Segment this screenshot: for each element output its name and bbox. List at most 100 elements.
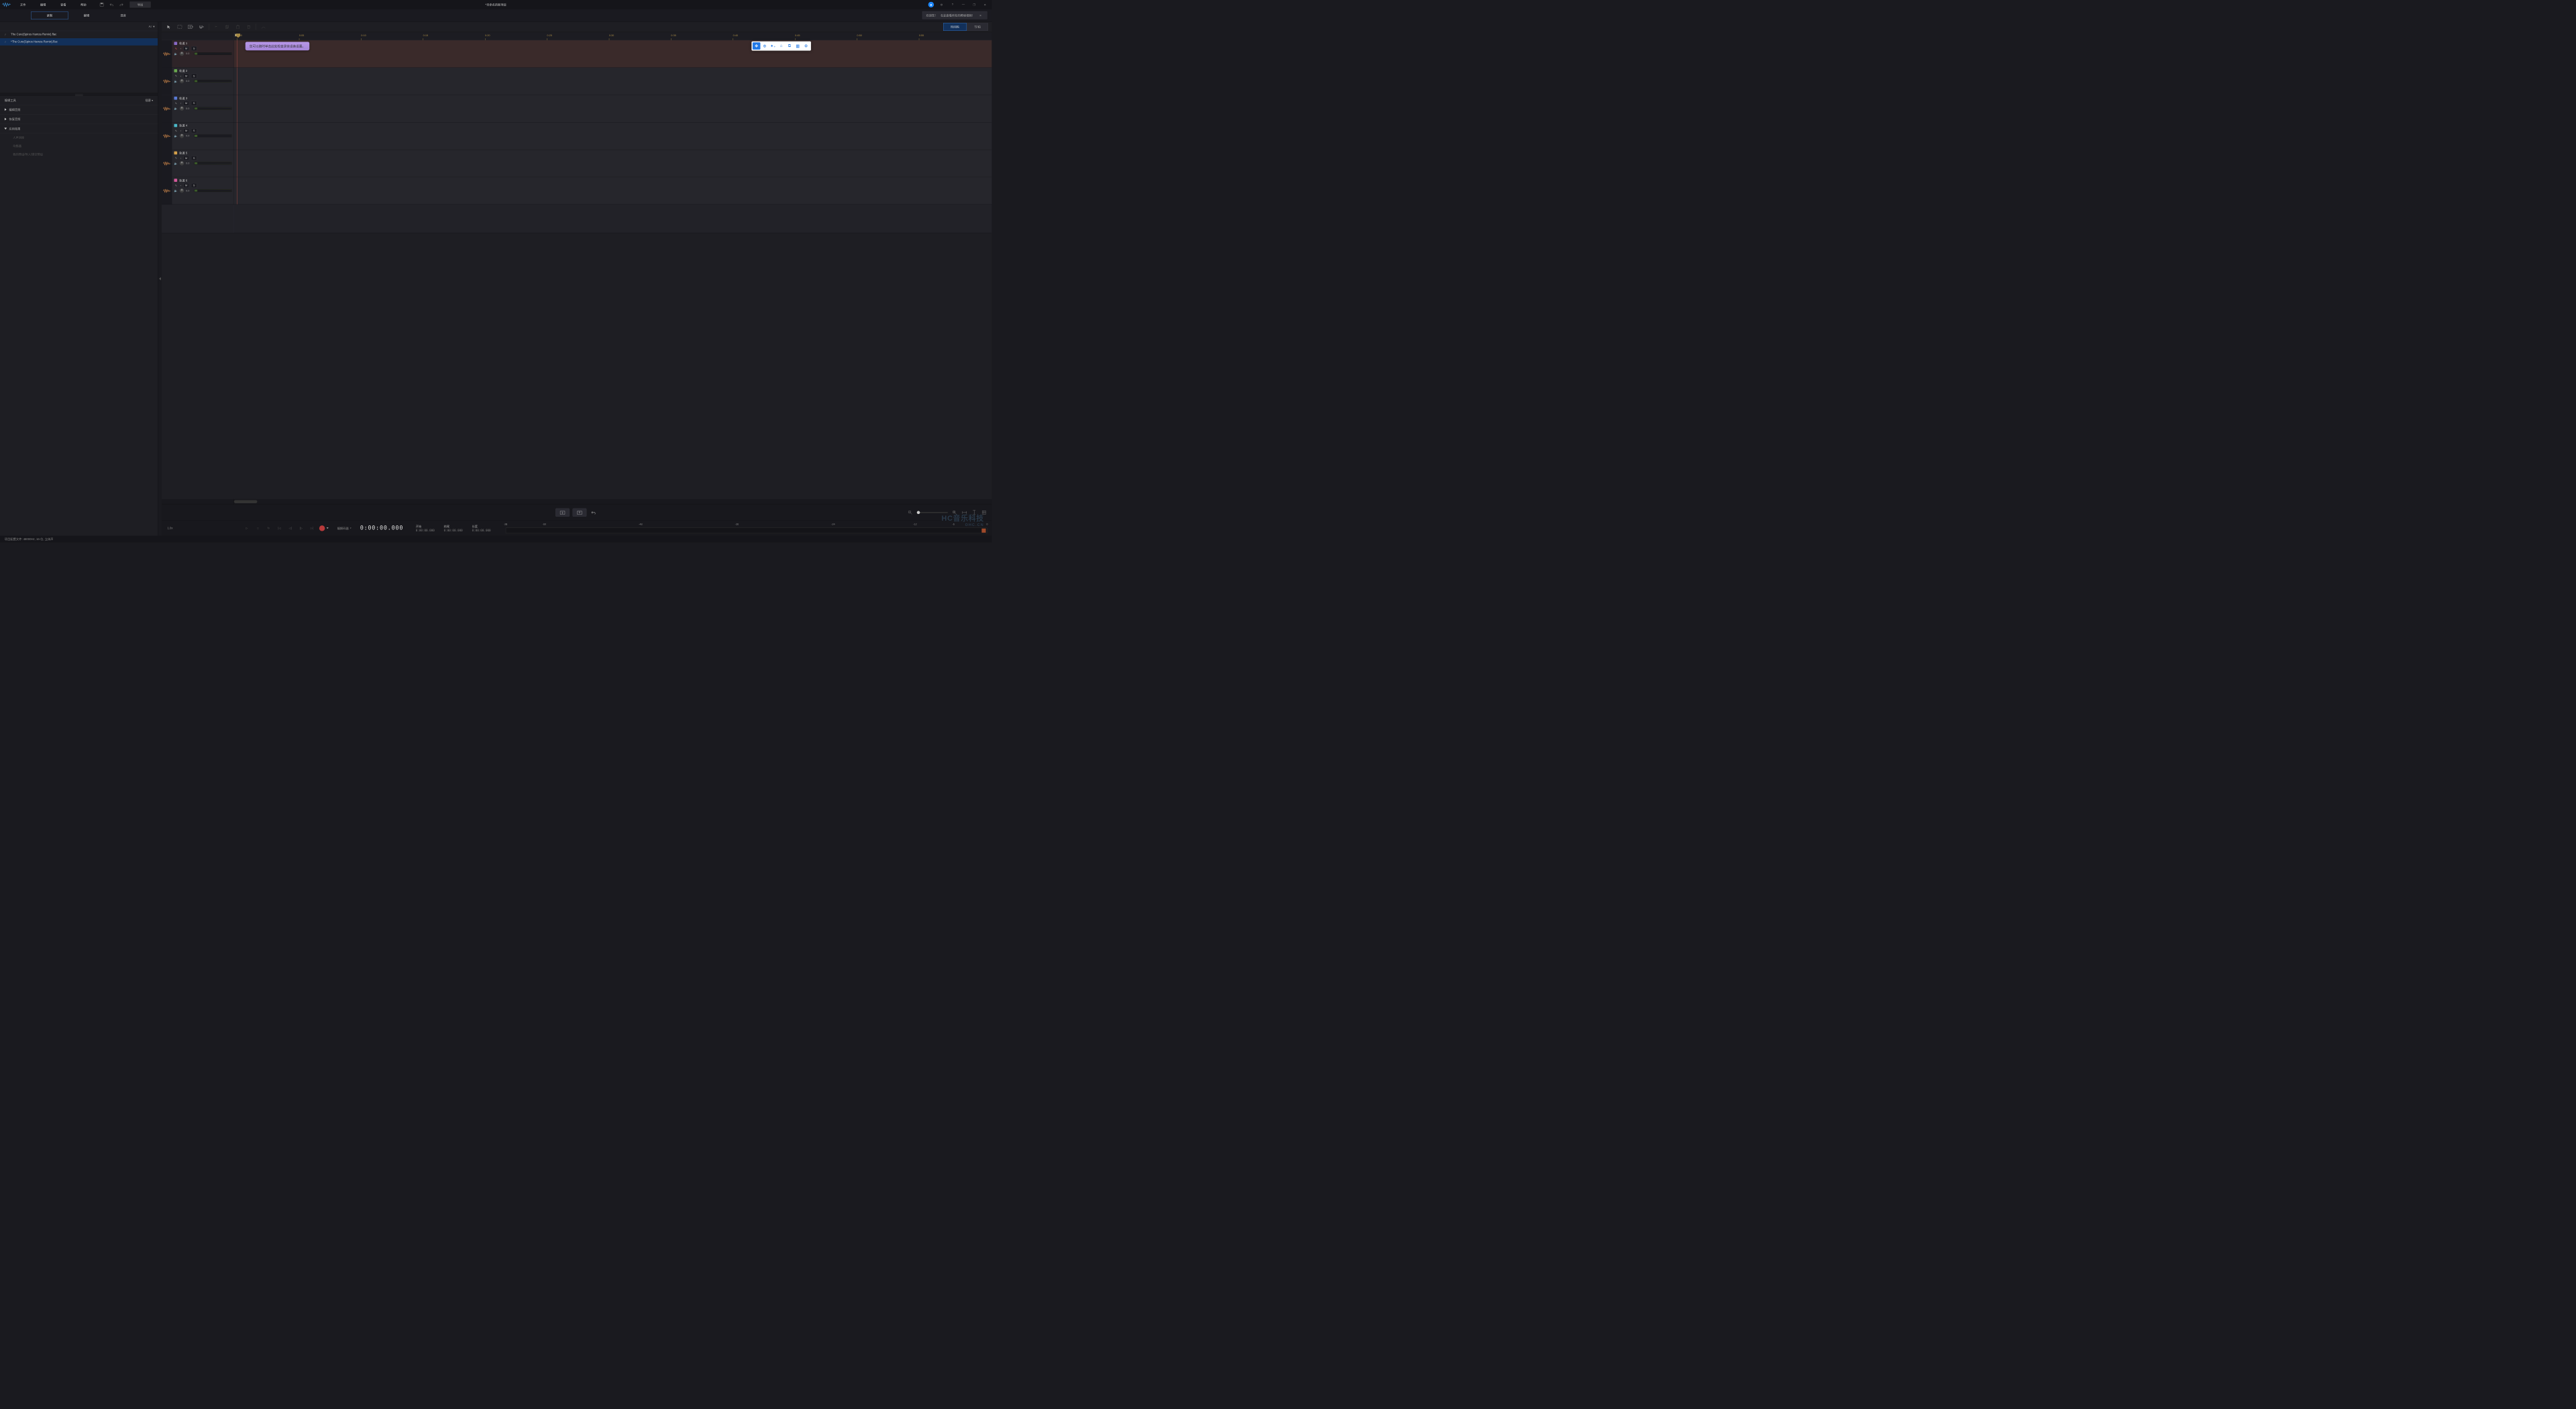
copy-icon[interactable] [223,23,231,30]
mute-button[interactable]: M [183,128,189,133]
next-icon[interactable]: |▷ [298,525,305,532]
track-thumb[interactable] [162,177,172,204]
speaker-icon[interactable]: 🔈 [174,134,177,138]
solo-button[interactable]: S [191,46,197,51]
mute-button[interactable]: M [183,74,189,79]
menu-file[interactable]: 文件 [13,0,33,9]
track-lane[interactable] [234,177,992,204]
track-lane[interactable] [234,122,992,149]
track-color-chip[interactable] [174,69,177,72]
cursor-tool-icon[interactable] [165,23,172,30]
paste-icon[interactable] [234,23,241,30]
speaker-icon[interactable]: 🔈 [174,79,177,83]
record-dropdown-icon[interactable] [327,527,329,529]
track-color-chip[interactable] [174,178,177,182]
pan-knob[interactable] [180,107,184,111]
horizontal-scrollbar[interactable] [234,499,992,505]
sidebar-divider[interactable] [0,93,158,96]
track-edit-icon[interactable]: ✎ [174,74,178,78]
solo-button[interactable]: S [191,74,197,79]
track-lane[interactable]: 您可以随时单击此处检查录音设备设置。 [234,40,992,67]
float-crop-icon[interactable]: ⧉ [786,42,794,50]
zoom-slider[interactable] [917,512,948,513]
settings-icon[interactable]: ⚙ [938,1,945,7]
stop-icon[interactable]: □ [254,525,262,532]
go-start-icon[interactable]: |◁ [276,525,283,532]
track-name[interactable]: 轨道 3 [179,96,187,100]
minimize-icon[interactable]: — [960,1,966,7]
menu-edit[interactable]: 编辑 [33,0,53,9]
selection-tool-icon[interactable] [176,23,184,30]
track-name[interactable]: 轨道 1 [179,42,187,46]
menu-view[interactable]: 查看 [53,0,73,9]
track-edit-icon[interactable]: ✎ [174,129,178,133]
pan-knob[interactable] [180,134,184,138]
float-gear-icon[interactable]: ⚙ [802,42,810,50]
track-name[interactable]: 轨道 2 [179,68,187,72]
solo-button[interactable]: S [191,128,197,133]
welcome-link[interactable]: 在此查看所有的教程视频！ [941,13,975,17]
track-row[interactable]: 轨道 6 ✎ ▾ M S 🔈 0.0 [162,177,991,205]
delete-icon[interactable] [245,23,252,30]
tool-section-apply-effects[interactable]: 应用效果 [0,124,158,134]
play-icon[interactable]: ▷ [244,525,251,532]
file-item[interactable]: ♪ *The Cure(Spiros Hamza Remix).flac [0,38,158,46]
zoom-in-icon[interactable] [951,509,957,515]
redo-icon[interactable] [118,1,124,7]
timecode-tab[interactable]: 时间码 [943,23,967,31]
speaker-icon[interactable]: 🔈 [174,162,177,165]
timecode-display[interactable]: 0:00:00.000 [360,525,404,531]
mute-button[interactable]: M [183,183,189,188]
track-thumb[interactable] [162,122,172,149]
track-color-chip[interactable] [174,42,177,45]
tool-sub-presets[interactable]: 我的预设/导入/清空预设 [0,150,158,158]
undo-icon[interactable] [109,1,115,7]
beats-tab[interactable]: 节/拍 [967,23,988,31]
float-move-icon[interactable]: ✥ [753,42,761,50]
track-row[interactable]: 轨道 5 ✎ ▾ M S 🔈 0.0 [162,150,991,177]
track-row[interactable]: 轨道 2 ✎ ▾ M S 🔈 0.0 [162,68,991,95]
speaker-icon[interactable]: 🔈 [174,189,177,193]
tool-section-restore-audio[interactable]: 恢复音频 [0,115,158,124]
speaker-icon[interactable]: 🔈 [174,107,177,110]
menu-help[interactable]: 帮助 [73,0,93,9]
float-wand-icon[interactable]: ✦₊ [769,42,777,50]
prev-icon[interactable]: ◁| [286,525,294,532]
track-color-chip[interactable] [174,124,177,127]
tool-sub-equalizer[interactable]: 均衡器 [0,142,158,150]
track-edit-icon[interactable]: ✎ [174,156,178,160]
export-clip-button[interactable] [573,508,587,516]
close-icon[interactable]: ✕ [982,1,988,7]
track-thumb[interactable] [162,95,172,122]
welcome-banner[interactable]: 欢迎您！ 在此查看所有的教程视频！ ✕ [922,11,987,19]
float-grid-icon[interactable]: ▦ [794,42,802,50]
zoom-fit-v-icon[interactable] [971,509,977,515]
welcome-close-icon[interactable]: ✕ [978,13,983,17]
mode-mix[interactable]: 混音 [105,11,142,19]
track-edit-icon[interactable]: ✎ [174,101,178,105]
tool-sub-vocal-remove[interactable]: 人声消除 [0,134,158,142]
track-name[interactable]: 轨道 4 [179,123,187,127]
track-name[interactable]: 轨道 5 [179,151,187,155]
zoom-fit-all-icon[interactable] [981,509,987,515]
speaker-icon[interactable]: 🔈 [174,52,177,56]
zoom-fit-h-icon[interactable] [961,509,967,515]
snap-icon[interactable]: ▾ [198,23,205,30]
timeline-ruler[interactable]: 0:000:050:100:150:200:250:300:350:400:45… [234,32,992,40]
plugins-dropdown[interactable]: 插客 ▾ [146,98,154,102]
mode-record[interactable]: 录制 [31,11,68,19]
add-track-icon[interactable]: ▾ [187,23,195,30]
track-thumb[interactable] [162,68,172,95]
save-icon[interactable] [99,1,105,7]
cut-icon[interactable]: ✂ [213,23,220,30]
mute-button[interactable]: M [183,46,189,51]
fade-icon[interactable] [260,23,267,30]
track-lane[interactable] [234,68,992,95]
account-icon[interactable]: ● [928,2,934,7]
pan-knob[interactable] [180,161,184,165]
track-thumb[interactable] [162,150,172,176]
pan-knob[interactable] [180,189,184,193]
record-icon[interactable] [319,525,325,531]
help-icon[interactable]: ? [949,1,955,7]
track-color-chip[interactable] [174,152,177,155]
